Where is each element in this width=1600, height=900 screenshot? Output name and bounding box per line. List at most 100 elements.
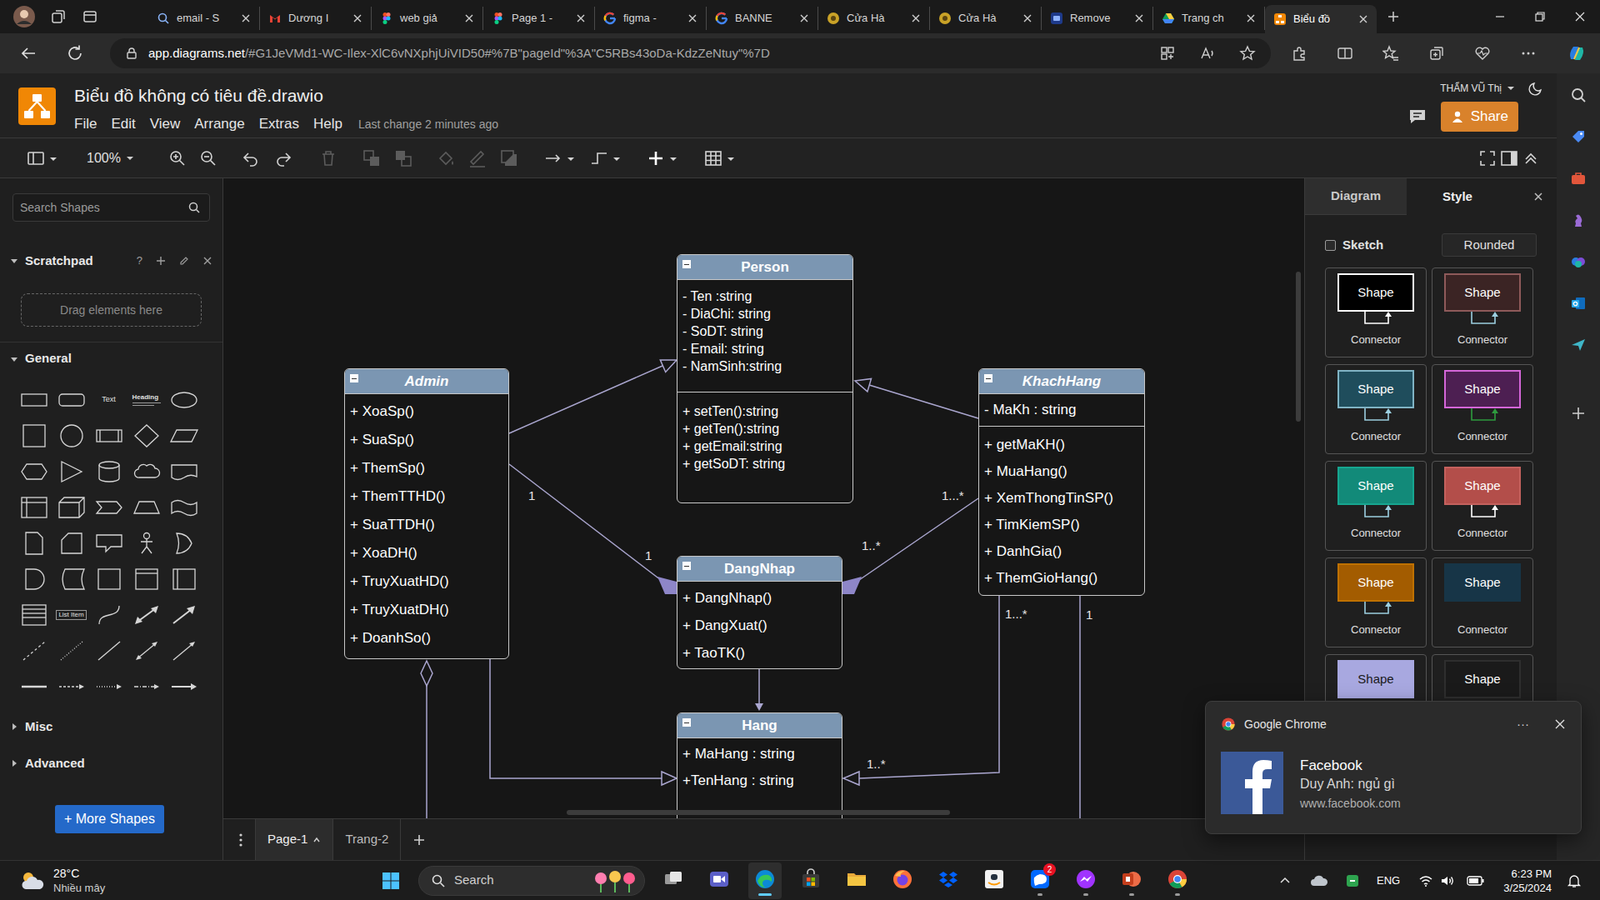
- shape-tile[interactable]: [165, 453, 203, 490]
- explorer-app-icon[interactable]: [845, 868, 868, 890]
- section-title[interactable]: General: [25, 349, 72, 369]
- clock-date[interactable]: 3/25/2024: [1503, 880, 1552, 895]
- style-preset[interactable]: ShapeConnector: [1431, 557, 1534, 648]
- close-window-icon[interactable]: [1574, 10, 1586, 23]
- preset-shape-label[interactable]: Shape: [1464, 670, 1500, 690]
- preset-shape-label[interactable]: Shape: [1357, 476, 1394, 496]
- shape-26-icon[interactable]: [56, 566, 87, 592]
- shape-tile[interactable]: [52, 381, 90, 418]
- shape-tile[interactable]: [90, 417, 128, 454]
- heading-shape[interactable]: Heading: [132, 393, 161, 406]
- collapse-toggle-icon[interactable]: [682, 561, 691, 570]
- send-icon[interactable]: [1570, 336, 1587, 354]
- more-shapes-button[interactable]: + More Shapes: [55, 805, 165, 834]
- copilot-sidebar-icon[interactable]: [1570, 253, 1587, 270]
- style-preset[interactable]: ShapeConnector: [1431, 460, 1534, 551]
- page-tab-label[interactable]: Trang-2: [345, 830, 389, 850]
- collapse-toggle-icon[interactable]: [984, 374, 993, 383]
- volume-icon[interactable]: [1440, 874, 1455, 888]
- class-method[interactable]: + TimKiemSP(): [984, 511, 1140, 539]
- clock[interactable]: 6:23 PM3/25/2024: [1503, 866, 1552, 895]
- app-available-icon[interactable]: [1159, 45, 1176, 62]
- sidebar-search-icon[interactable]: [1570, 86, 1587, 104]
- taskbar-app[interactable]: [1069, 862, 1103, 900]
- preset-connector-label[interactable]: Connector: [1350, 525, 1401, 542]
- preset-shape-label[interactable]: Shape: [1357, 670, 1394, 690]
- scratchpad-dropzone[interactable]: Drag elements here: [20, 293, 202, 327]
- read-aloud-icon[interactable]: [1199, 45, 1216, 62]
- insert-tool-icon[interactable]: [645, 148, 680, 169]
- tab-label[interactable]: web giả: [400, 10, 458, 27]
- shape-37-icon[interactable]: [94, 638, 125, 664]
- shape-22-icon[interactable]: [94, 530, 125, 556]
- uml-class[interactable]: Person - Ten :string- DiaChi: string- SoD…: [676, 254, 854, 504]
- tab-label[interactable]: figma -: [623, 10, 681, 27]
- class-method[interactable]: + getSoDT: string: [682, 455, 848, 473]
- shape-19-icon[interactable]: [169, 495, 200, 520]
- class-name[interactable]: DangNhap: [724, 558, 795, 580]
- shape-tile[interactable]: [127, 560, 165, 597]
- shape-32-icon[interactable]: [94, 602, 125, 628]
- redo-tool-icon[interactable]: [273, 148, 294, 169]
- close-tab-icon[interactable]: [575, 13, 586, 24]
- format-tab-label[interactable]: Diagram: [1330, 186, 1381, 206]
- close-tab-icon[interactable]: [799, 13, 810, 24]
- shape-41-icon[interactable]: [56, 674, 87, 700]
- shape-34-icon[interactable]: [169, 602, 200, 628]
- class-attribute[interactable]: - SoDT: string: [682, 322, 848, 340]
- shape-42-icon[interactable]: [94, 674, 125, 700]
- add-page-icon[interactable]: [412, 833, 426, 847]
- style-preset[interactable]: Shape Connector: [1325, 364, 1427, 455]
- preset-shape[interactable]: Shape: [1337, 563, 1415, 602]
- collapsed-caret-icon[interactable]: [10, 722, 19, 731]
- preset-connector-label[interactable]: Connector: [1457, 331, 1508, 349]
- multiplicity-label[interactable]: 1...*: [1005, 606, 1028, 621]
- preset-connector-label[interactable]: Connector: [1350, 428, 1401, 445]
- chrome-app-icon[interactable]: [1166, 868, 1189, 890]
- taskbar-app[interactable]: [748, 862, 782, 900]
- shape-44-icon[interactable]: [169, 674, 200, 700]
- class-attribute[interactable]: - Ten :string: [682, 287, 848, 305]
- preset-shape[interactable]: Shape: [1337, 466, 1415, 505]
- class-name[interactable]: Person: [740, 256, 790, 279]
- store-app-icon[interactable]: [800, 868, 822, 890]
- taskbar-app[interactable]: [656, 862, 690, 900]
- shape-tile[interactable]: [90, 560, 128, 597]
- shape-28-icon[interactable]: [131, 566, 162, 592]
- shape-tile[interactable]: [165, 632, 203, 669]
- preset-shape-label[interactable]: Shape: [1464, 476, 1500, 496]
- uml-class[interactable]: KhachHang- MaKh : string+ getMaKH()+ Mua…: [978, 368, 1145, 596]
- class-method[interactable]: + DangNhap(): [682, 584, 837, 612]
- shape-tile[interactable]: [15, 632, 53, 669]
- page-menu-icon[interactable]: [236, 831, 245, 849]
- preset-shape-label[interactable]: Shape: [1357, 380, 1394, 400]
- edge-app-icon[interactable]: [754, 868, 776, 890]
- tab-label[interactable]: Biểu đồ: [1293, 10, 1352, 28]
- collapsed-caret-icon[interactable]: [10, 759, 19, 768]
- taskbar-app[interactable]: [794, 862, 828, 900]
- shape-27-icon[interactable]: [94, 566, 125, 592]
- class-method[interactable]: + TruyXuatHD(): [350, 567, 504, 596]
- restore-icon[interactable]: [1534, 10, 1546, 23]
- class-method[interactable]: + getMaKH(): [984, 431, 1140, 459]
- collapse-toggle-icon[interactable]: [682, 260, 691, 269]
- powerpoint-app-icon[interactable]: [1120, 868, 1143, 890]
- start-button[interactable]: [374, 864, 408, 898]
- class-attribute[interactable]: - DiaChi: string: [682, 305, 848, 323]
- heading-shape-label[interactable]: Heading: [132, 393, 161, 401]
- shape-tile[interactable]: [52, 525, 90, 561]
- rounded-button[interactable]: Rounded: [1441, 233, 1537, 257]
- onedrive-icon[interactable]: [1310, 874, 1329, 888]
- panel-tool-icon[interactable]: [25, 148, 60, 169]
- taskbar-app[interactable]: [1160, 862, 1195, 900]
- scratchpad-title[interactable]: Scratchpad: [25, 251, 94, 271]
- shape-tile[interactable]: Text: [90, 381, 128, 418]
- copilot-icon[interactable]: [1566, 43, 1587, 64]
- close-tab-icon[interactable]: [240, 13, 251, 24]
- preset-shape-label[interactable]: Shape: [1464, 380, 1500, 400]
- tab-actions-icon[interactable]: [81, 8, 99, 25]
- messenger-app-icon[interactable]: [1075, 868, 1097, 890]
- preset-connector-label[interactable]: Connector: [1457, 428, 1508, 445]
- shape-5-icon[interactable]: [19, 423, 50, 449]
- tab-label[interactable]: email - S: [176, 10, 235, 27]
